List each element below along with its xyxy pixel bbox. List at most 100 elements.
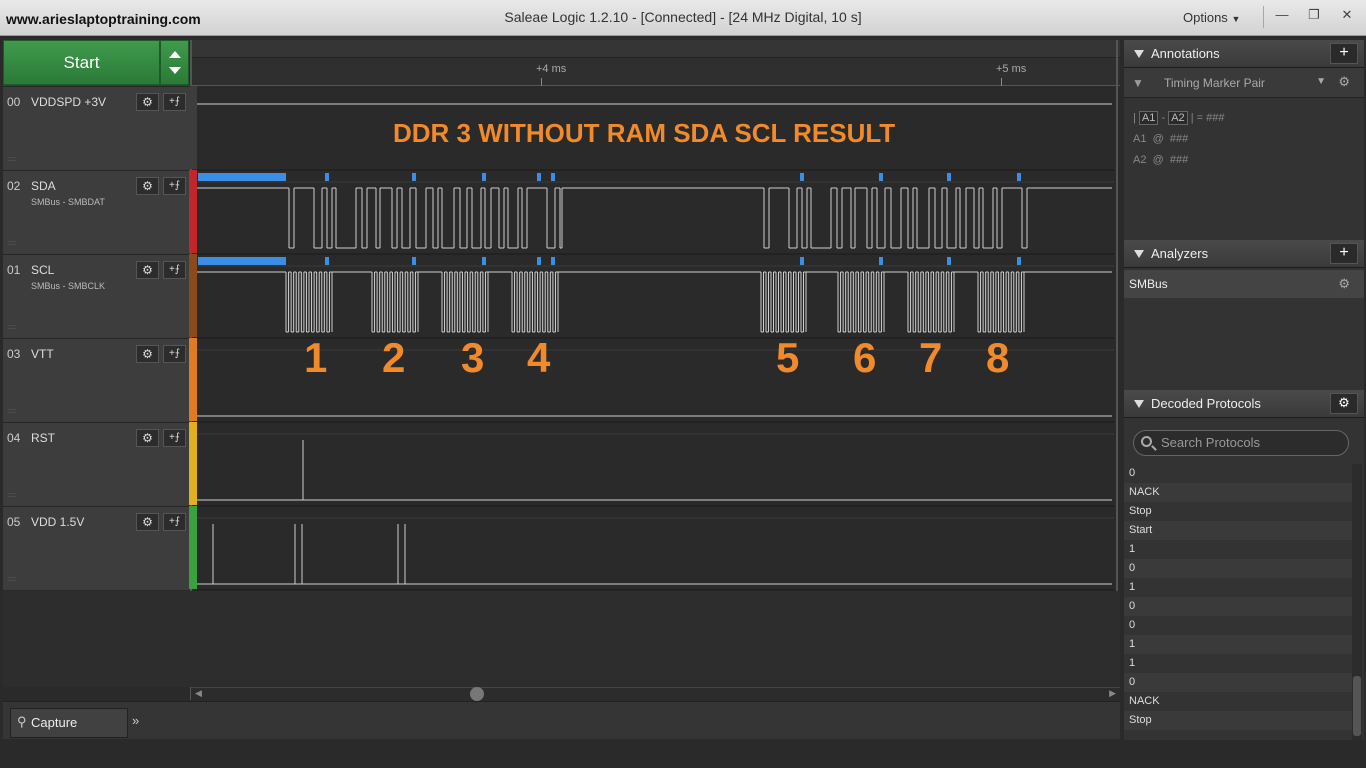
channel-number: 03	[7, 347, 21, 361]
trigger-button[interactable]: +⨍	[163, 177, 186, 195]
a2-badge[interactable]: A2	[1168, 111, 1188, 125]
a1-badge[interactable]: A1	[1138, 111, 1159, 125]
channel-row[interactable]: 01 SCL SMBus - SMBCLK ⚙ +⨍::::	[3, 254, 189, 337]
close-button[interactable]: ✕	[1331, 4, 1363, 28]
drag-handle-icon[interactable]: ::::	[8, 492, 16, 499]
channel-name[interactable]: VTT	[31, 347, 54, 361]
drag-handle-icon[interactable]: ::::	[8, 324, 16, 331]
decoded-scroll-thumb[interactable]	[1353, 676, 1361, 736]
channel-row[interactable]: 00 VDDSPD +3V ⚙ +⨍::::	[3, 86, 189, 169]
list-item[interactable]: 0	[1124, 673, 1352, 692]
marker-delta-row: | A1 - A2 | = ###	[1133, 111, 1225, 125]
trigger-button[interactable]: +⨍	[163, 429, 186, 447]
horizontal-scrollbar[interactable]: ◀ ▶	[191, 687, 1120, 701]
empty-channel-area	[3, 591, 1120, 687]
trigger-button[interactable]: +⨍	[163, 345, 186, 363]
channel-settings-button[interactable]: ⚙	[136, 177, 159, 195]
channel-settings-button[interactable]: ⚙	[136, 513, 159, 531]
analyzers-header[interactable]: Analyzers +	[1124, 240, 1364, 268]
list-item[interactable]: Stop	[1124, 711, 1352, 730]
timing-marker-label: Timing Marker Pair	[1164, 76, 1265, 90]
list-item[interactable]: 1	[1124, 654, 1352, 673]
capture-tab[interactable]: ⚲ Capture	[10, 708, 128, 738]
collapse-triangle-icon[interactable]	[1134, 50, 1144, 58]
trigger-button[interactable]: +⨍	[163, 93, 186, 111]
trigger-button[interactable]: +⨍	[163, 261, 186, 279]
channel-row[interactable]: 05 VDD 1.5V ⚙ +⨍::::	[3, 506, 189, 589]
collapse-triangle-icon[interactable]	[1134, 250, 1144, 258]
channel-settings-button[interactable]: ⚙	[136, 429, 159, 447]
gear-icon: ⚙	[142, 431, 153, 445]
list-item[interactable]: 0	[1124, 464, 1352, 483]
drag-handle-icon[interactable]: ::::	[8, 240, 16, 247]
at-symbol: @	[1152, 133, 1164, 145]
list-item[interactable]: NACK	[1124, 692, 1352, 711]
segment-number: 6	[853, 334, 877, 381]
pipe: |	[1190, 112, 1194, 124]
equals: =	[1196, 112, 1204, 124]
list-item[interactable]: NACK	[1124, 483, 1352, 502]
analyzer-item-smbus[interactable]: SMBus ⚙	[1124, 270, 1364, 298]
gear-icon[interactable]: ⚙	[1338, 270, 1350, 298]
minimize-button[interactable]: —	[1266, 4, 1298, 28]
decoded-settings-button[interactable]: ⚙	[1330, 393, 1358, 414]
channel-color-bar	[189, 170, 197, 253]
gear-icon: ⚙	[142, 95, 153, 109]
analyzer-name: SMBus	[1129, 277, 1168, 291]
list-item[interactable]: Stop	[1124, 502, 1352, 521]
list-item[interactable]: 0	[1124, 559, 1352, 578]
restore-button[interactable]: ❐	[1298, 4, 1330, 28]
drag-handle-icon[interactable]: ::::	[8, 576, 16, 583]
scroll-left-icon[interactable]: ◀	[195, 688, 202, 699]
start-options-stepper[interactable]	[160, 40, 189, 85]
arrow-down-icon	[169, 67, 181, 74]
timeline-overview[interactable]	[191, 40, 1120, 58]
drag-handle-icon[interactable]: ::::	[8, 156, 16, 163]
decoded-list[interactable]: 0 NACK Stop Start 1 0 1 0 0 1 1 0 NACK Stop	[1124, 464, 1352, 740]
channel-settings-button[interactable]: ⚙	[136, 261, 159, 279]
list-item[interactable]: 1	[1124, 540, 1352, 559]
expand-icon[interactable]: »	[132, 713, 139, 728]
decoded-title: Decoded Protocols	[1151, 396, 1261, 411]
channel-name[interactable]: VDDSPD +3V	[31, 95, 106, 109]
channel-name[interactable]: VDD 1.5V	[31, 515, 84, 529]
channel-color-bar	[189, 338, 197, 421]
start-button[interactable]: Start	[3, 40, 160, 85]
drag-handle-icon[interactable]: ::::	[8, 408, 16, 415]
list-item[interactable]: 0	[1124, 597, 1352, 616]
annotations-header[interactable]: Annotations +	[1124, 40, 1364, 68]
list-item[interactable]: Start	[1124, 521, 1352, 540]
gear-icon: ⚙	[142, 347, 153, 361]
list-item[interactable]: 0	[1124, 616, 1352, 635]
channel-name[interactable]: SDA	[31, 179, 56, 193]
channel-row[interactable]: 02 SDA SMBus - SMBDAT ⚙ +⨍::::	[3, 170, 189, 253]
decoded-protocols-header[interactable]: Decoded Protocols ⚙	[1124, 390, 1364, 418]
scroll-right-icon[interactable]: ▶	[1109, 688, 1116, 699]
trigger-button[interactable]: +⨍	[163, 513, 186, 531]
chevron-down-icon[interactable]: ▼	[1316, 76, 1326, 87]
add-annotation-button[interactable]: +	[1330, 43, 1358, 64]
analyzers-title: Analyzers	[1151, 246, 1209, 261]
collapse-triangle-icon[interactable]	[1134, 400, 1144, 408]
add-analyzer-button[interactable]: +	[1330, 243, 1358, 264]
time-ruler[interactable]: +4 ms +5 ms	[191, 58, 1120, 86]
gear-icon[interactable]: ⚙	[1338, 74, 1350, 90]
options-menu[interactable]: Options ▼	[1183, 10, 1240, 25]
pipe: |	[1133, 112, 1136, 124]
channel-color-bar	[189, 254, 197, 337]
channel-row[interactable]: 04 RST ⚙ +⨍::::	[3, 422, 189, 505]
trigger-edge-icon: +⨍	[168, 432, 181, 443]
channel-row[interactable]: 03 VTT ⚙ +⨍::::	[3, 338, 189, 421]
channel-name[interactable]: RST	[31, 431, 55, 445]
channel-name[interactable]: SCL	[31, 263, 54, 277]
search-input[interactable]: Search Protocols	[1133, 430, 1349, 456]
waveform-area[interactable]	[197, 86, 1114, 590]
channel-settings-button[interactable]: ⚙	[136, 93, 159, 111]
arrow-up-icon	[169, 51, 181, 58]
ruler-tick	[541, 78, 542, 86]
scroll-thumb[interactable]	[470, 687, 484, 701]
list-item[interactable]: 1	[1124, 578, 1352, 597]
list-item[interactable]: 1	[1124, 635, 1352, 654]
channel-settings-button[interactable]: ⚙	[136, 345, 159, 363]
segment-number: 7	[919, 334, 943, 381]
